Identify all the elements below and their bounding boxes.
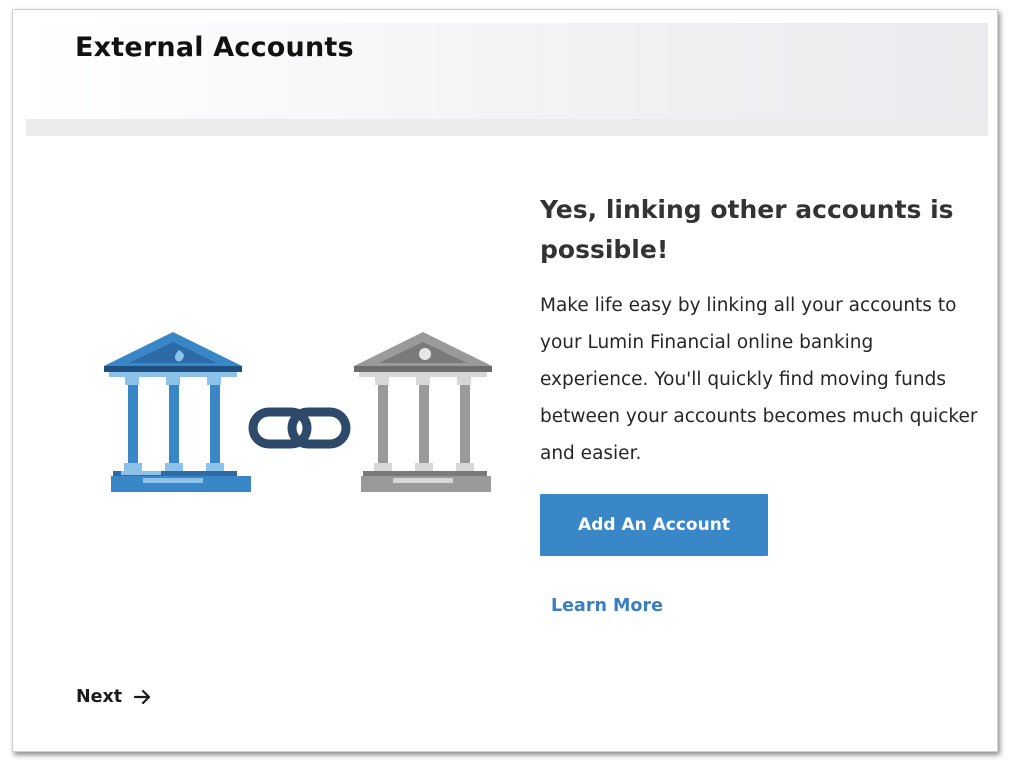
next-label: Next (76, 687, 123, 707)
next-button[interactable]: Next (76, 687, 152, 707)
header-divider-bar (26, 119, 988, 136)
headline: Yes, linking other accounts is possible! (540, 195, 954, 264)
learn-more-link[interactable]: Learn More (551, 596, 663, 616)
description-text: Make life easy by linking all your accou… (540, 295, 978, 464)
page-title: External Accounts (75, 32, 354, 63)
info-content: Yes, linking other accounts is possible!… (540, 190, 980, 472)
bank-icon (354, 332, 492, 492)
linked-banks-illustration (104, 332, 492, 492)
dialog-panel: External Accounts Yes, linking other acc… (12, 9, 998, 752)
add-account-button[interactable]: Add An Account (540, 494, 768, 556)
arrow-right-icon (134, 689, 151, 705)
chain-link-icon (248, 407, 351, 449)
bank-icon (104, 332, 251, 492)
